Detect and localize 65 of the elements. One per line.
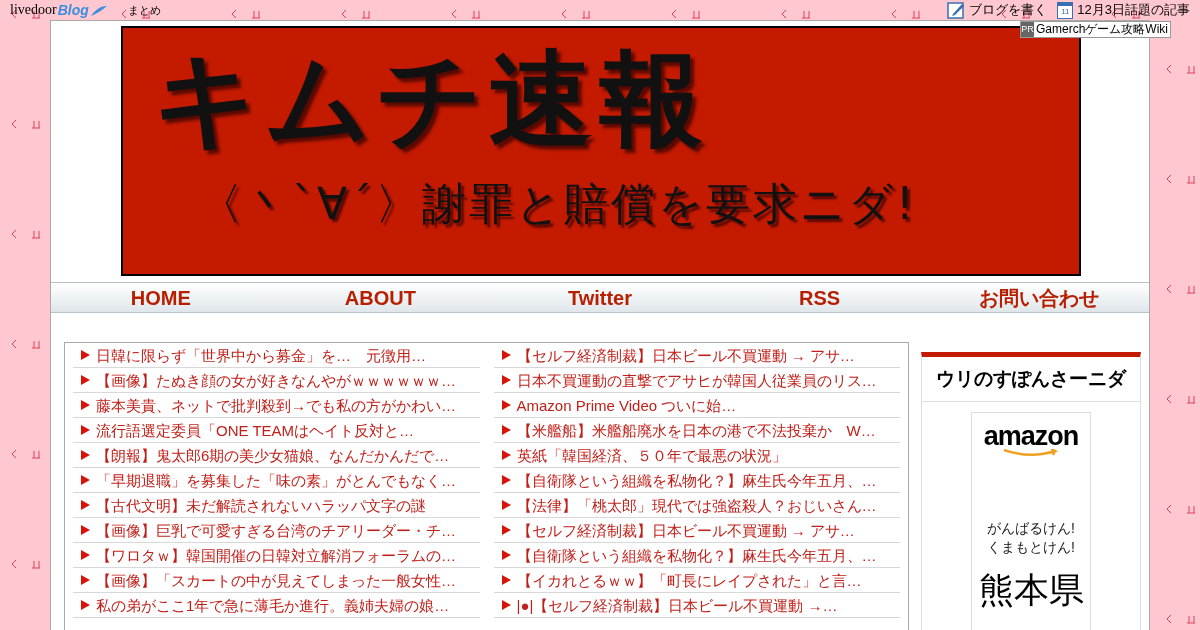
blog-subtitle: 〈丶`∀´〉謝罪と賠償を要求ニダ! xyxy=(198,177,918,231)
triangle-icon xyxy=(501,575,511,585)
triangle-icon xyxy=(81,400,90,410)
pr-ad-link[interactable]: PR Gamerchゲーム攻略Wiki xyxy=(1020,21,1171,38)
article-link[interactable]: 【セルフ経済制裁】日本ビール不買運動 → アサ… xyxy=(516,522,855,538)
triangle-icon xyxy=(81,575,90,585)
triangle-icon xyxy=(81,550,90,560)
nav-link[interactable]: HOME xyxy=(51,283,271,313)
nav-link[interactable]: お問い合わせ xyxy=(929,283,1149,313)
triangle-icon xyxy=(501,500,511,510)
amazon-ad[interactable]: amazon がんばるけん! くまもとけん! 熊本県 xyxy=(971,412,1091,630)
triangle-icon xyxy=(81,525,90,535)
triangle-icon xyxy=(501,400,511,410)
ad-slogan: くまもとけん! xyxy=(987,538,1075,557)
article-link[interactable]: 【画像】巨乳で可愛すぎる台湾のチアリーダー・チ… xyxy=(96,522,456,538)
triangle-icon xyxy=(81,350,90,360)
livedoor-blog-logo[interactable]: livedoorBlog xyxy=(10,3,108,17)
article-link[interactable]: 【自衛隊という組織を私物化？】麻生氏今年五月、… xyxy=(516,547,877,563)
ad-headline: 熊本県 xyxy=(978,569,1084,611)
article-link[interactable]: 「早期退職」を募集した「味の素」がとんでもなく… xyxy=(96,472,456,488)
blog-title: キムチ速報 xyxy=(153,37,710,162)
article-link[interactable]: 【イカれとるｗｗ】「町長にレイプされた」と言… xyxy=(516,572,862,588)
triangle-icon xyxy=(501,475,511,485)
triangle-icon xyxy=(501,525,511,535)
triangle-icon xyxy=(81,475,90,485)
amazon-logo: amazon xyxy=(983,423,1079,449)
article-link[interactable]: 【法律】「桃太郎」現代では強盗殺人？おじいさん… xyxy=(516,497,877,513)
nav-link[interactable]: Twitter xyxy=(490,283,710,313)
article-link[interactable]: 【セルフ経済制裁】日本ビール不買運動 → アサ… xyxy=(516,347,855,363)
triangle-icon xyxy=(501,550,511,560)
ad-slogan: がんばるけん! xyxy=(987,519,1075,538)
article-link[interactable]: |●|【セルフ経済制裁】日本ビール不買運動 →… xyxy=(516,597,838,613)
summary-link[interactable]: まとめ xyxy=(127,1,161,19)
feather-icon xyxy=(89,5,108,17)
article-link[interactable]: 流行語選定委員「ONE TEAMはヘイト反対と… xyxy=(96,422,415,438)
article-link[interactable]: 【画像】たぬき顔の女が好きなんやがｗｗｗｗｗｗ… xyxy=(96,372,456,388)
article-link[interactable]: 英紙「韓国経済、５０年で最悪の状況」 xyxy=(516,447,787,463)
smile-arrow-icon xyxy=(1003,449,1059,457)
triangle-icon xyxy=(81,425,90,435)
topics-link[interactable]: 12月3日話題の記事 xyxy=(1077,0,1190,20)
article-link[interactable]: 藤本美貴、ネットで批判殺到→でも私の方がかわい… xyxy=(96,397,456,413)
article-link[interactable]: 【古代文明】未だ解読されないハラッパ文字の謎 xyxy=(96,497,426,513)
nav-link[interactable]: ABOUT xyxy=(270,283,491,313)
sponsor-title: ウリのすぽんさーニダ xyxy=(922,357,1140,402)
article-link[interactable]: 【自衛隊という組織を私物化？】麻生氏今年五月、… xyxy=(516,472,877,488)
pr-badge: PR xyxy=(1021,22,1034,37)
triangle-icon xyxy=(81,375,90,385)
article-link[interactable]: 私の弟がここ1年で急に薄毛か進行。義姉夫婦の娘… xyxy=(96,597,450,613)
triangle-icon xyxy=(81,450,90,460)
article-link[interactable]: Amazon Prime Video ついに始… xyxy=(516,397,737,413)
triangle-icon xyxy=(501,600,511,610)
triangle-icon xyxy=(501,375,511,385)
triangle-icon xyxy=(501,425,511,435)
triangle-icon xyxy=(501,350,511,360)
article-link[interactable]: 日本不買運動の直撃でアサヒが韓国人従業員のリス… xyxy=(516,372,877,388)
article-link[interactable]: 【米艦船】米艦船廃水を日本の港で不法投棄か W… xyxy=(516,422,876,438)
nav-link[interactable]: RSS xyxy=(709,283,930,313)
triangle-icon xyxy=(501,450,511,460)
triangle-icon xyxy=(81,600,90,610)
write-blog-link[interactable]: ブログを書く xyxy=(969,0,1048,20)
triangle-icon xyxy=(81,500,90,510)
article-link[interactable]: 【画像】「スカートの中が見えてしまった一般女性… xyxy=(96,572,456,588)
article-link[interactable]: 【ワロタｗ】韓国開催の日韓対立解消フォーラムの… xyxy=(96,547,456,563)
article-link[interactable]: 日韓に限らず「世界中から募金」を… 元徴用… xyxy=(96,347,426,363)
article-link[interactable]: 【朗報】鬼太郎6期の美少女猫娘、なんだかんだで… xyxy=(96,447,450,463)
